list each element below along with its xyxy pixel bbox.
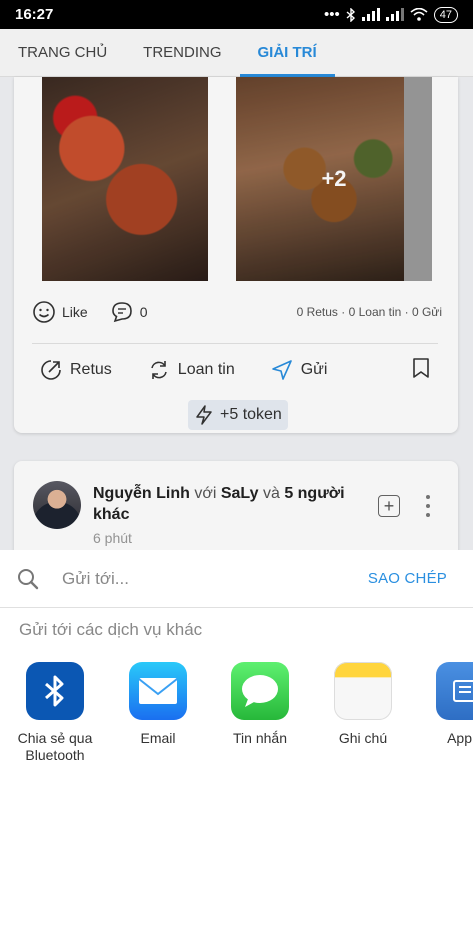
with-word: với <box>194 485 217 502</box>
divider <box>32 343 438 344</box>
more-dots-icon: ••• <box>323 6 340 23</box>
bluetooth-status-icon <box>346 7 355 22</box>
share-search-input[interactable] <box>62 564 342 594</box>
retus-label: Retus <box>70 361 112 378</box>
post-card: +2 Like 0 0 Retus · 0 Loan tin · 0 Gửi R… <box>14 77 458 433</box>
share-messages-label: Tin nhắn <box>233 730 287 746</box>
copy-button[interactable]: SAO CHÉP <box>368 570 447 587</box>
share-app-5[interactable]: App v <box>414 662 473 747</box>
status-time: 16:27 <box>15 6 54 23</box>
loan-tin-button[interactable]: Loan tin <box>148 359 235 381</box>
like-button[interactable]: Like <box>32 300 88 324</box>
wifi-icon <box>410 8 428 21</box>
external-link-icon <box>41 360 61 380</box>
post-time: 6 phút <box>93 530 132 546</box>
notes-icon <box>334 662 392 720</box>
tab-trang-chu[interactable]: TRANG CHỦ <box>0 29 125 77</box>
app-icon <box>436 662 473 720</box>
comment-button[interactable]: 0 <box>110 300 148 324</box>
post-photo-more[interactable]: +2 <box>236 77 432 281</box>
bookmark-icon <box>413 357 429 378</box>
more-options-icon[interactable] <box>424 495 432 517</box>
lightning-icon <box>196 405 212 425</box>
status-icons: ••• 47 <box>324 6 458 23</box>
post-actions: Retus Loan tin Gửi <box>40 355 430 385</box>
token-badge: +5 token <box>188 400 288 430</box>
plus-icon: + <box>383 496 395 516</box>
share-app-5-label: App v <box>447 730 473 746</box>
status-bar: 16:27 ••• 47 <box>0 0 473 29</box>
message-icon <box>231 662 289 720</box>
signal-2-icon <box>385 8 404 21</box>
smiley-icon <box>33 301 55 323</box>
bluetooth-icon <box>26 662 84 720</box>
post-photo[interactable] <box>42 77 208 281</box>
mail-icon <box>129 662 187 720</box>
refresh-icon <box>151 361 167 379</box>
like-label: Like <box>62 304 88 320</box>
retus-button[interactable]: Retus <box>40 359 112 381</box>
loan-tin-label: Loan tin <box>177 361 235 378</box>
and-word: và <box>262 485 280 502</box>
post-author-line: Nguyễn Linh với SaLy và 5 người khác <box>93 483 373 525</box>
comment-count: 0 <box>139 304 148 320</box>
token-label: +5 token <box>220 406 282 423</box>
bookmark-button[interactable] <box>412 357 430 384</box>
author-name[interactable]: Nguyễn Linh <box>93 485 190 502</box>
tagged-name[interactable]: SaLy <box>221 485 259 502</box>
share-notes[interactable]: Ghi chú <box>312 662 414 747</box>
signal-icon <box>361 8 380 21</box>
feed-screen: TRANG CHỦ TRENDING GIẢI TRÍ +2 Like 0 0 … <box>0 29 473 550</box>
share-bluetooth[interactable]: Chia sẻ qua Bluetooth <box>4 662 106 764</box>
tab-bar: TRANG CHỦ TRENDING GIẢI TRÍ <box>0 29 473 77</box>
post-card-2: Nguyễn Linh với SaLy và 5 người khác 6 p… <box>14 461 458 550</box>
share-messages[interactable]: Tin nhắn <box>209 662 311 747</box>
share-summary: 0 Retus · 0 Loan tin · 0 Gửi <box>296 305 442 319</box>
tab-giai-tri[interactable]: GIẢI TRÍ <box>239 29 335 77</box>
share-email-label: Email <box>140 730 176 746</box>
battery-indicator: 47 <box>433 6 458 23</box>
gui-button[interactable]: Gửi <box>271 359 328 381</box>
post-stats: Like 0 0 Retus · 0 Loan tin · 0 Gửi <box>32 297 442 327</box>
share-bluetooth-label: Chia sẻ qua Bluetooth <box>17 730 93 763</box>
add-button[interactable]: + <box>378 495 400 517</box>
send-icon <box>271 360 292 380</box>
gui-label: Gửi <box>300 361 328 378</box>
share-app-list: Chia sẻ qua Bluetooth Email Tin nhắn Ghi… <box>0 662 473 772</box>
share-section-title: Gửi tới các dịch vụ khác <box>19 620 203 639</box>
more-photos-count: +2 <box>236 77 432 281</box>
share-sheet: SAO CHÉP Gửi tới các dịch vụ khác Chia s… <box>0 550 473 945</box>
share-notes-label: Ghi chú <box>338 730 388 746</box>
share-email[interactable]: Email <box>107 662 209 747</box>
avatar[interactable] <box>33 481 81 529</box>
comment-icon <box>111 302 132 323</box>
tab-trending[interactable]: TRENDING <box>125 29 239 77</box>
share-search-row: SAO CHÉP <box>0 550 473 608</box>
search-icon <box>18 569 39 590</box>
